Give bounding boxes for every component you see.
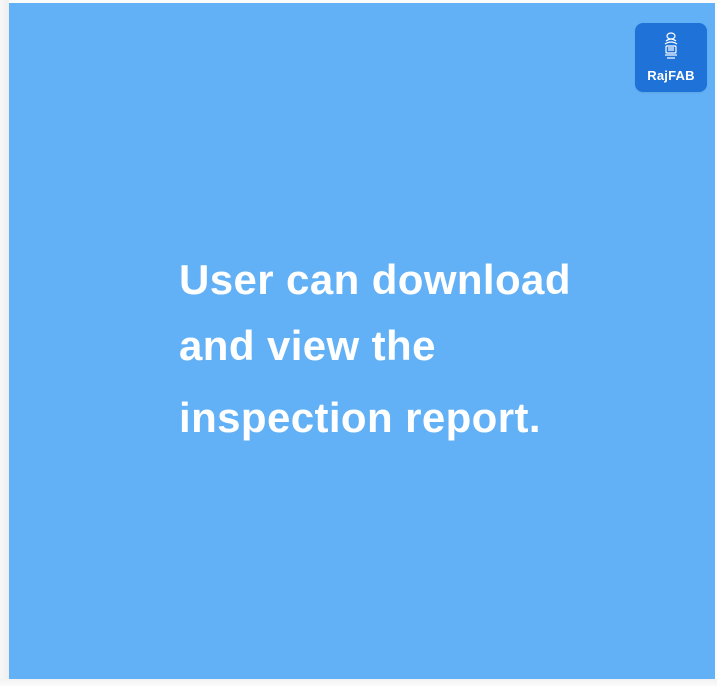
slide-message: User can download and view the inspectio… xyxy=(179,247,659,451)
screen: RajFAB User can download and view the in… xyxy=(0,0,717,686)
message-line-3: inspection report. xyxy=(179,394,541,441)
logo-text: RajFAB xyxy=(647,68,695,83)
state-emblem-icon xyxy=(664,32,678,59)
bottom-edge-shadow xyxy=(0,679,717,686)
slide-panel: RajFAB User can download and view the in… xyxy=(9,3,715,679)
message-line-1: User can download xyxy=(179,256,571,303)
rajfab-logo: RajFAB xyxy=(635,23,707,92)
left-edge-shadow xyxy=(0,0,9,686)
message-line-2: and view the xyxy=(179,322,436,369)
